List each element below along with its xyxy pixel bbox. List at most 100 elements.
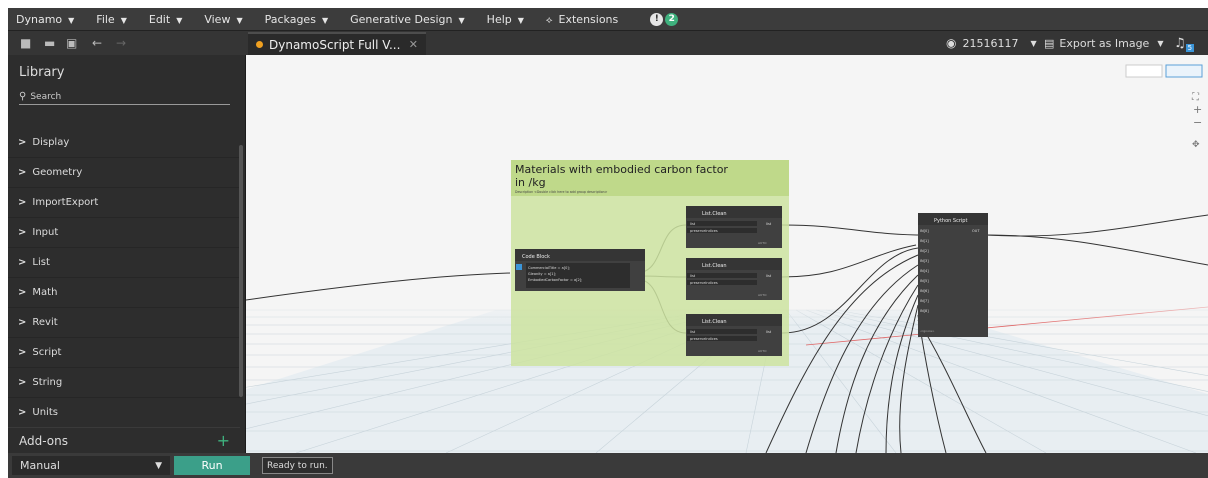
status-bar: Manual ▼ Run Ready to run. [8,453,1208,478]
graph-view-toggle[interactable] [1165,64,1203,78]
list-clean-node-1[interactable]: List.Clean list preserveIndices list AUT… [686,206,782,248]
addons-section[interactable]: Add-ons + [8,427,240,453]
svg-text:list: list [690,222,696,226]
library-category-importexport[interactable]: > ImportExport [8,188,240,218]
new-file-icon[interactable]: ■ [20,36,31,50]
view-controls: ⛶ + − ✥ [1125,64,1203,150]
svg-text:list: list [766,274,772,278]
svg-text:<Ignore>: <Ignore> [920,329,935,333]
run-mode-select[interactable]: Manual ▼ [12,456,170,475]
pan-icon[interactable]: ✥ [1192,140,1200,150]
menu-file[interactable]: File ▼ [96,13,127,26]
svg-text:IN[1]: IN[1] [920,239,929,243]
library-category-math[interactable]: > Math [8,278,240,308]
svg-text:AUTO: AUTO [758,349,767,353]
code-block-title: Code Block [522,254,550,260]
add-icon[interactable]: + [217,431,230,450]
svg-text:preserveIndices: preserveIndices [690,229,718,233]
run-button[interactable]: Run [174,456,250,475]
svg-text:IN[3]: IN[3] [920,259,929,263]
close-tab-icon[interactable]: ✕ [409,38,418,51]
list-clean-node-2[interactable]: List.Clean list preserveIndices list AUT… [686,258,782,300]
svg-text:list: list [690,330,696,334]
library-panel: Library ⚲ Search > Display > Geometry > Imp… [8,55,246,453]
zoom-in-icon[interactable]: + [1193,103,1202,116]
svg-text:list: list [766,222,772,226]
group-description[interactable]: Description <Double click here to add gr… [515,190,608,194]
group-title-line1: Materials with embodied carbon factor [515,163,728,176]
open-folder-icon[interactable]: ▬ [44,36,55,50]
library-category-input[interactable]: > Input [8,218,240,248]
svg-text:EmbodiedCarbonFactor = a[2];: EmbodiedCarbonFactor = a[2]; [528,278,582,282]
library-category-list[interactable]: > List [8,248,240,278]
unsaved-dot-icon [256,41,263,48]
graph-canvas[interactable]: Materials with embodied carbon factor in… [246,55,1208,453]
svg-text:IN[0]: IN[0] [920,229,929,233]
library-category-geometry[interactable]: > Geometry [8,158,240,188]
menu-help[interactable]: Help ▼ [487,13,524,26]
library-category-display[interactable]: > Display [8,128,240,158]
notification-center[interactable]: ! 2 [650,12,679,26]
toolbar: ■ ▬ ▣ ← → DynamoScript Full V... ✕ ◉ 215… [8,30,1208,55]
svg-text:List.Clean: List.Clean [702,211,727,217]
tab-title: DynamoScript Full V... [269,37,401,52]
svg-text:List.Clean: List.Clean [702,319,727,325]
svg-text:AUTO: AUTO [758,293,767,297]
notification-count-badge: 2 [665,12,679,26]
svg-text:IN[6]: IN[6] [920,289,929,293]
notifications-bell[interactable]: ♫ 5 [1174,31,1195,55]
library-category-string[interactable]: > String [8,368,240,398]
tab-dynamo-script[interactable]: DynamoScript Full V... ✕ [248,32,426,55]
svg-text:IN[7]: IN[7] [920,299,929,303]
chevron-down-icon: ▼ [1157,38,1164,48]
svg-text:IN[8]: IN[8] [920,309,929,313]
menu-packages[interactable]: Packages ▼ [265,13,328,26]
library-title: Library [19,65,65,80]
search-icon: ⚲ [19,91,27,102]
menu-edit[interactable]: Edit ▼ [149,13,182,26]
save-icon[interactable]: ▣ [66,36,77,50]
user-icon: ◉ [946,36,957,50]
list-clean-node-3[interactable]: List.Clean list preserveIndices list AUT… [686,314,782,356]
svg-text:IN[2]: IN[2] [920,249,929,253]
user-account[interactable]: ◉ 21516117 ▼ [946,31,1037,55]
redo-icon[interactable]: → [116,36,126,50]
library-category-script[interactable]: > Script [8,338,240,368]
export-image-button[interactable]: ▤ Export as Image ▼ [1044,31,1164,55]
dynamo-window: Dynamo ▼ File ▼ Edit ▼ View ▼ Packages ▼ Gene… [8,8,1208,478]
chevron-down-icon: ▼ [1030,38,1037,48]
zoom-out-icon[interactable]: − [1193,116,1202,129]
library-category-revit[interactable]: > Revit [8,308,240,338]
code-block-input-port[interactable] [516,264,522,270]
image-icon: ▤ [1044,36,1055,50]
svg-text:list: list [690,274,696,278]
undo-icon[interactable]: ← [92,36,102,50]
code-block-node[interactable]: Code Block CommercialTitle = a[0]; Glean… [515,249,645,291]
bell-badge: 5 [1185,44,1195,52]
svg-text:List.Clean: List.Clean [702,263,727,269]
library-search-input[interactable]: ⚲ Search [19,89,230,105]
svg-text:preserveIndices: preserveIndices [690,281,718,285]
svg-text:Python Script: Python Script [934,218,967,224]
svg-text:preserveIndices: preserveIndices [690,337,718,341]
menu-generative-design[interactable]: Generative Design ▼ [350,13,465,26]
menu-extensions[interactable]: ⟡ Extensions [546,13,618,26]
user-id: 21516117 [962,36,1019,50]
status-message: Ready to run. [262,457,333,474]
menu-bar: Dynamo ▼ File ▼ Edit ▼ View ▼ Packages ▼ Gene… [8,8,1208,30]
svg-text:AUTO: AUTO [758,241,767,245]
library-category-units[interactable]: > Units [8,398,240,428]
menu-dynamo[interactable]: Dynamo ▼ [16,13,74,26]
svg-text:list: list [766,330,772,334]
svg-text:CommercialTitle = a[0];: CommercialTitle = a[0]; [528,266,570,270]
group-title-line2: in /kg [515,176,546,189]
puzzle-icon: ⟡ [545,14,553,26]
zoom-fit-icon[interactable]: ⛶ [1191,92,1200,103]
svg-text:IN[4]: IN[4] [920,269,929,273]
python-script-node[interactable]: Python Script IN[0] IN[1] IN[2] IN[3] IN… [918,213,988,337]
bell-icon: ♫ [1174,35,1186,51]
library-scrollbar[interactable] [239,145,243,397]
geometry-view-toggle[interactable] [1125,64,1163,78]
menu-view[interactable]: View ▼ [204,13,242,26]
info-badge: ! [650,12,664,26]
